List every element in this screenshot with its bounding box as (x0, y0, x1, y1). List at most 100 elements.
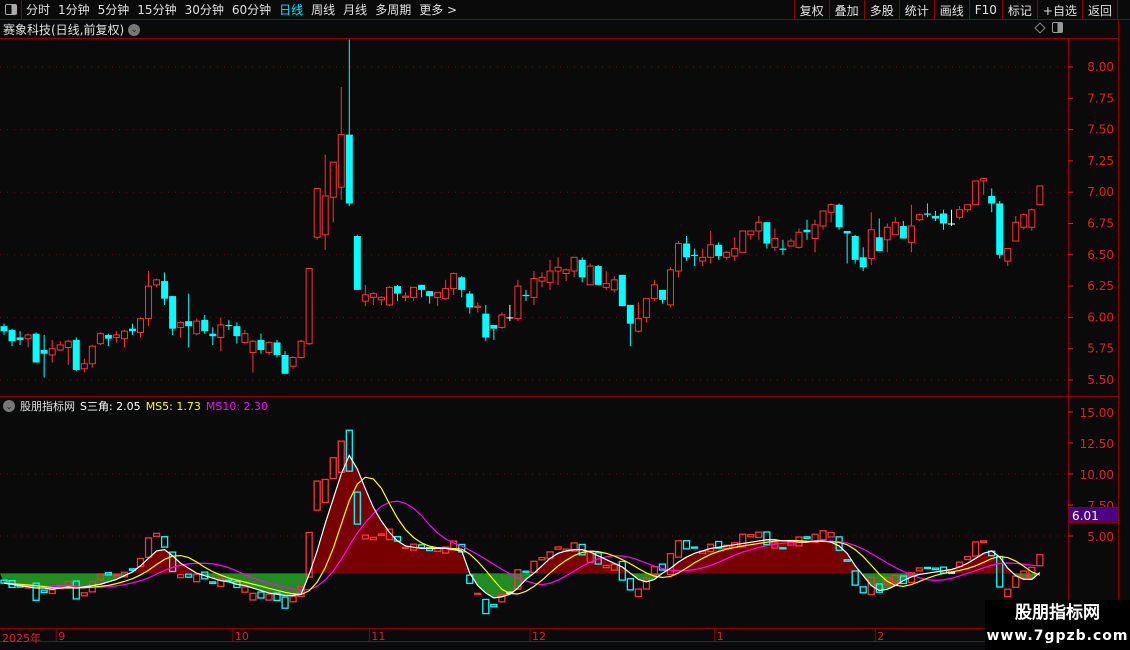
toolbar-button-0[interactable]: 复权 (793, 0, 829, 20)
toolbar-button-1[interactable]: 叠加 (828, 0, 864, 20)
candle-body (96, 333, 104, 345)
toolbar-button-7[interactable]: +自选 (1036, 0, 1082, 20)
candle (715, 242, 723, 260)
candle-body (915, 214, 923, 221)
indicator-bar (265, 593, 273, 601)
s-value: S三角: 2.05 (80, 400, 141, 413)
tab-period-8[interactable]: 月线 (339, 1, 371, 18)
candle-body (169, 296, 177, 329)
indicator-bar (417, 544, 426, 549)
candle-body (112, 334, 120, 338)
toolbar-button-4[interactable]: 画线 (933, 0, 969, 20)
candle-body (265, 341, 273, 353)
candle-body (217, 324, 225, 338)
indicator-bar (963, 555, 972, 561)
candle-body (289, 356, 297, 367)
diamond-icon[interactable] (1034, 21, 1046, 34)
candle (931, 210, 939, 221)
candle-body (498, 314, 506, 328)
indicator-bar (482, 598, 490, 615)
panel-toggle-icon[interactable] (0, 0, 22, 20)
tab-period-7[interactable]: 周线 (307, 1, 339, 18)
candle (610, 276, 618, 293)
candle-body (1012, 221, 1020, 242)
candle-body (32, 333, 40, 363)
indicator-bar (152, 532, 161, 537)
date-label: 11 (371, 630, 386, 643)
candle (915, 213, 923, 221)
tab-period-5[interactable]: 60分钟 (228, 1, 275, 18)
chevron-down-icon[interactable]: ⌄ (128, 23, 141, 36)
candle (835, 203, 843, 230)
toolbar-button-5[interactable]: F10 (968, 0, 1002, 20)
candle (1036, 185, 1044, 206)
candle (683, 236, 691, 262)
candle-body (24, 334, 32, 340)
layout-toggle-icon[interactable] (1052, 22, 1063, 33)
candle-body (803, 229, 811, 233)
candle (474, 302, 482, 313)
candle-body (161, 281, 169, 299)
chevron-down-icon[interactable]: ⌄ (3, 400, 15, 412)
tab-period-4[interactable]: 30分钟 (181, 1, 228, 18)
candle-body (104, 334, 112, 339)
tab-period-10[interactable]: 更多 > (415, 1, 461, 18)
candle-body (193, 320, 201, 335)
candle-body (48, 348, 56, 356)
indicator-tick-label: 12.50 (1080, 437, 1114, 451)
indicator-bar (289, 595, 297, 603)
stock-title-text: 赛象科技(日线,前复权) (3, 23, 125, 37)
candle-body (699, 256, 707, 262)
tab-period-3[interactable]: 15分钟 (133, 1, 180, 18)
date-label: 2 (877, 630, 885, 643)
candle-body (988, 195, 996, 204)
candle-body (538, 276, 546, 282)
tab-period-2[interactable]: 5分钟 (94, 1, 134, 18)
candle-body (482, 313, 490, 338)
chart-canvas[interactable]: 5.50 5.75 6.00 6.25 6.50 6.75 7.00 7.25 7.50 7.75… (0, 0, 1130, 650)
candle (273, 339, 281, 358)
candle (618, 274, 626, 307)
candle-body (819, 210, 827, 227)
toolbar-button-3[interactable]: 统计 (898, 0, 934, 20)
candle (755, 215, 763, 240)
candle (40, 334, 48, 378)
candle-body (707, 244, 715, 258)
tab-period-0[interactable]: 分时 (22, 1, 54, 18)
indicator-name[interactable]: 股朋指标网 (20, 398, 75, 414)
tab-period-6[interactable]: 日线 (275, 1, 307, 18)
candle (554, 257, 562, 285)
candle-body (763, 222, 771, 244)
candle-body (201, 319, 209, 332)
candle (514, 279, 522, 322)
tab-period-1[interactable]: 1分钟 (54, 1, 94, 18)
candle-body (426, 291, 434, 297)
indicator-bar (915, 567, 924, 572)
candle (137, 317, 145, 338)
toolbar-button-2[interactable]: 多股 (863, 0, 899, 20)
candle (450, 272, 458, 295)
indicator-bar (474, 592, 482, 595)
tab-period-9[interactable]: 多周期 (371, 1, 415, 18)
indicator-bar (241, 586, 249, 593)
candle (843, 231, 851, 264)
indicator-bar (185, 573, 193, 578)
candle (169, 296, 177, 335)
toolbar-button-6[interactable]: 标记 (1001, 0, 1037, 20)
s-fill-below (0, 573, 1040, 598)
candle (466, 291, 474, 314)
indicator-bar (931, 567, 940, 571)
candle-body (771, 238, 779, 248)
candle (811, 219, 819, 253)
candle-body (321, 195, 329, 236)
candle (859, 247, 867, 272)
price-tick-label: 7.00 (1087, 185, 1114, 199)
watermark-url: www.7gpzb.com (986, 628, 1129, 644)
candle-body (594, 266, 602, 285)
right-sidebar[interactable] (1118, 20, 1130, 650)
candle (442, 279, 450, 300)
candle (498, 312, 506, 329)
toolbar-button-8[interactable]: 返回 (1081, 0, 1118, 20)
candle-body (177, 321, 185, 328)
candle (402, 292, 409, 302)
